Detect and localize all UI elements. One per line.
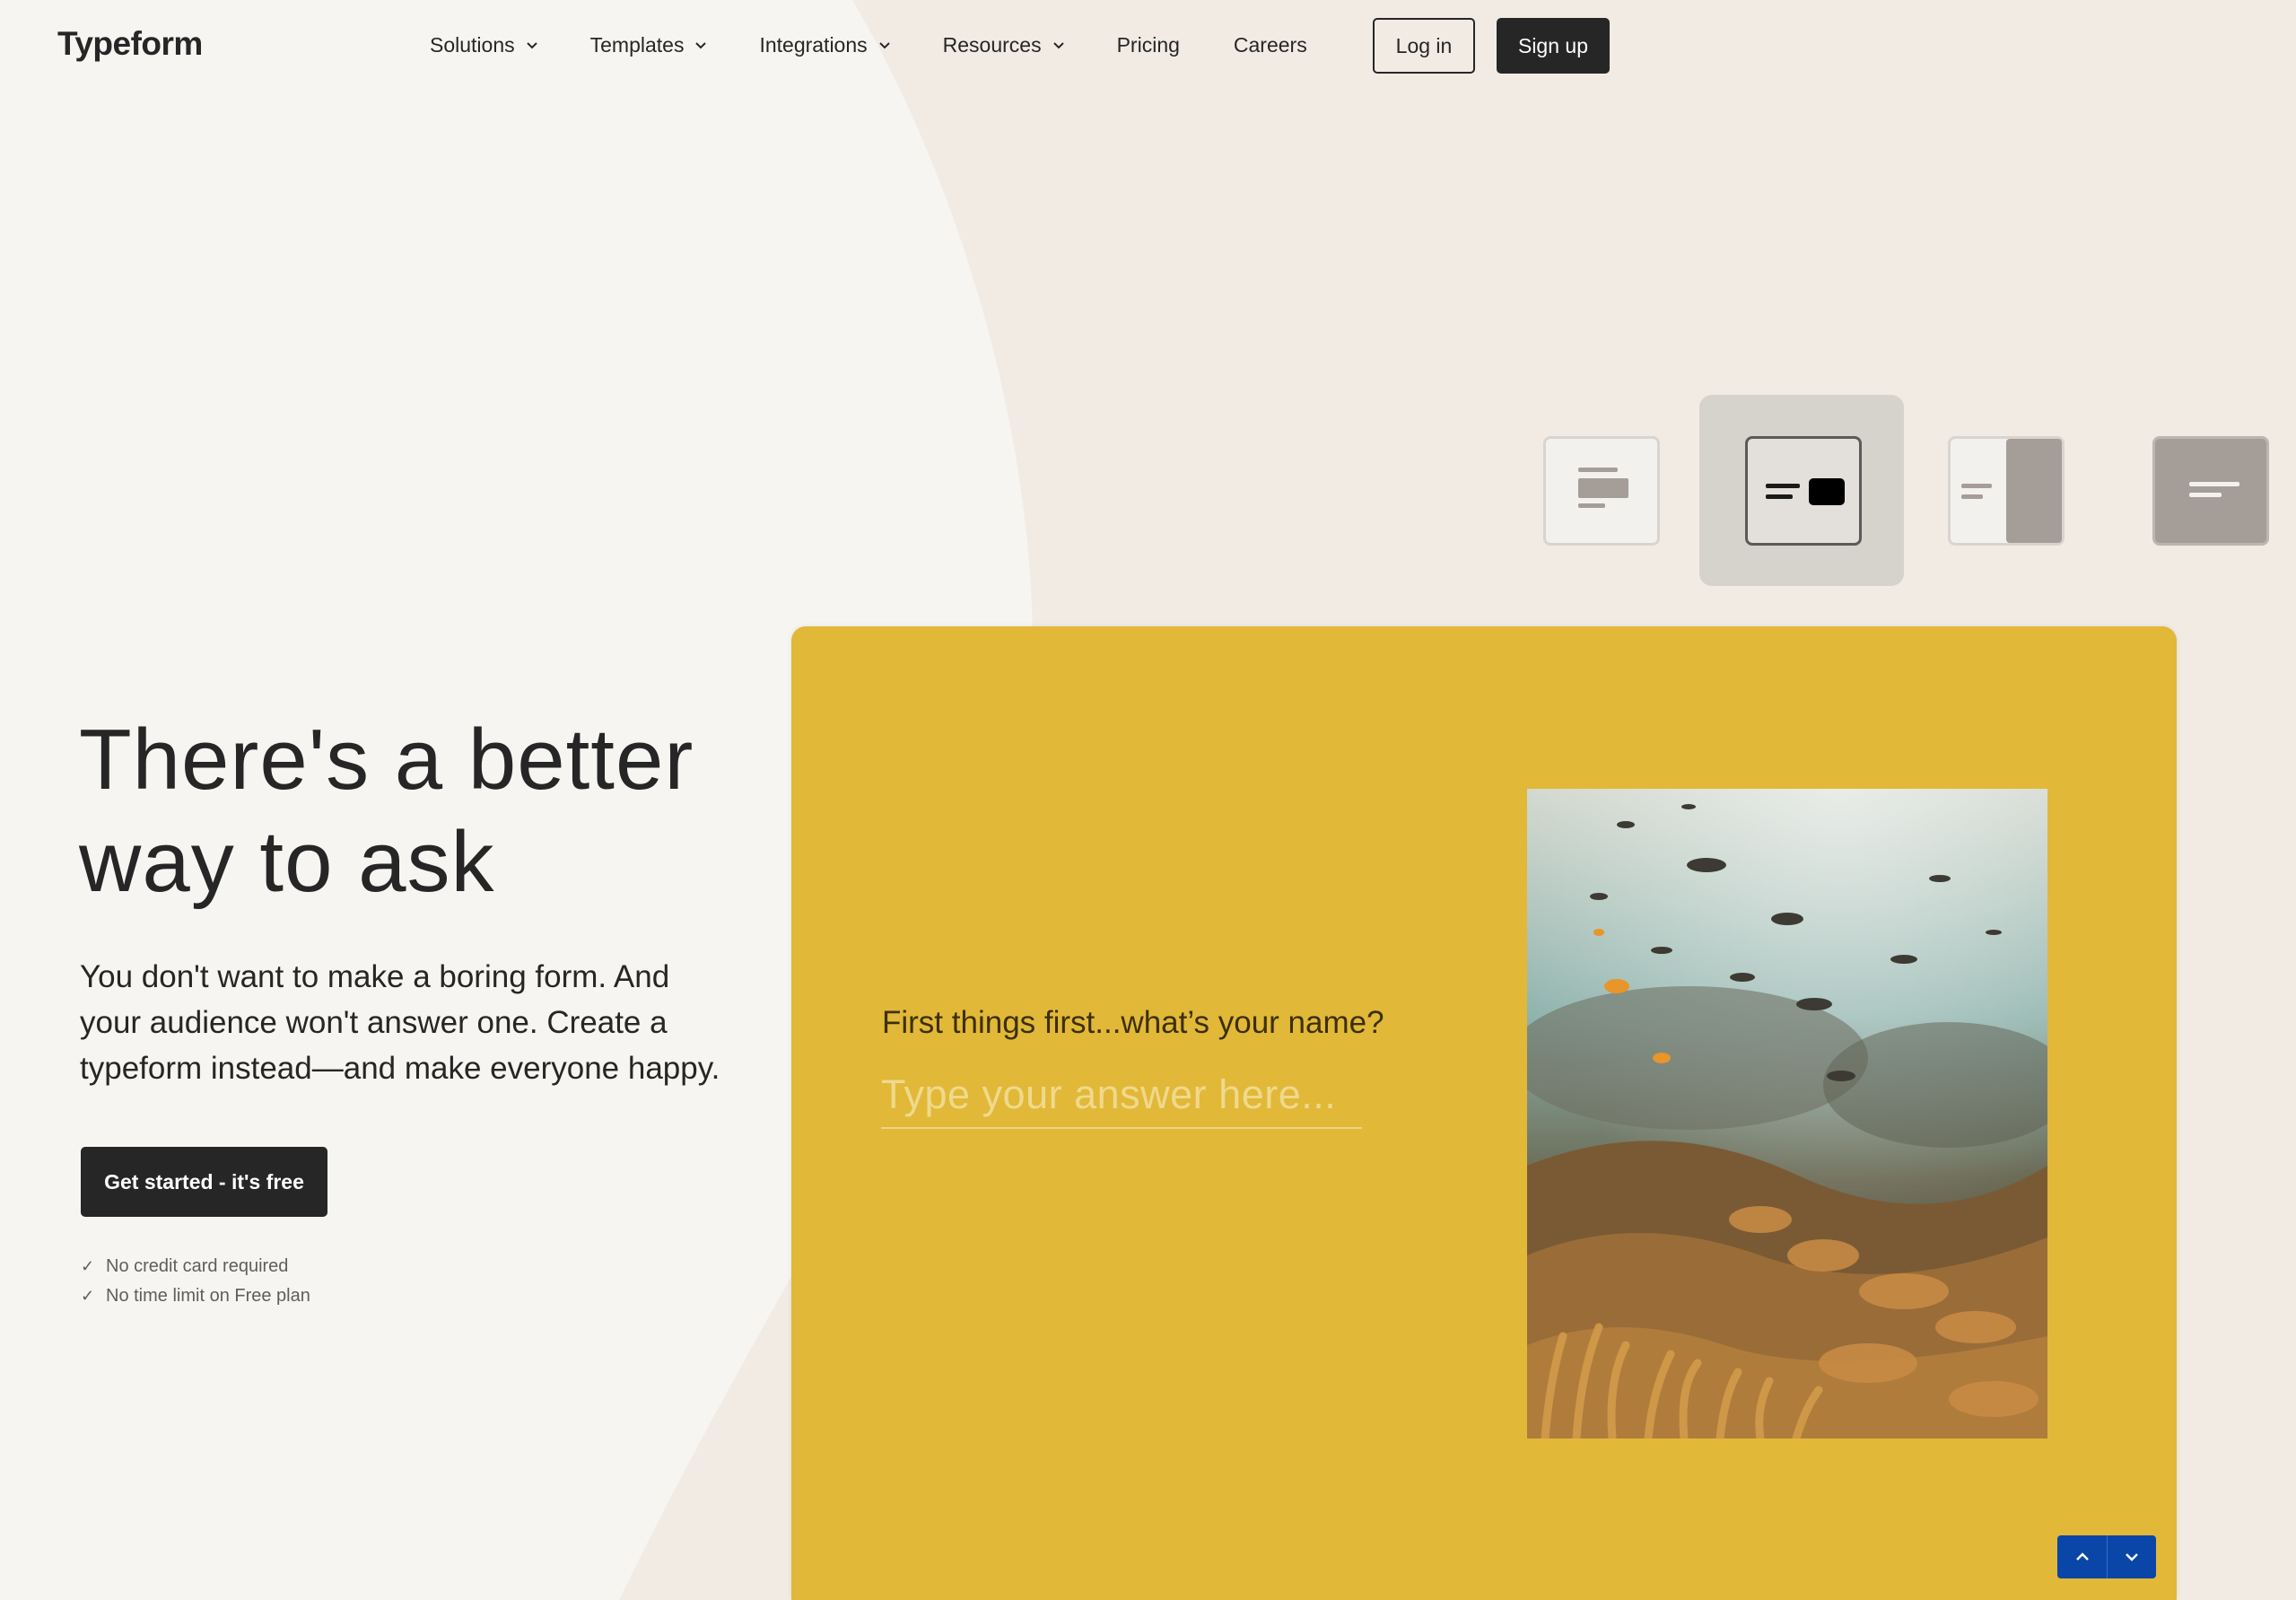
chevron-down-icon [2126,1553,2138,1561]
coral-reef-image [1527,789,2047,1438]
layout-split-icon[interactable] [1745,436,1862,546]
nav-pricing-label: Pricing [1116,32,1180,57]
benefit-text: No time limit on Free plan [106,1286,310,1306]
nav-careers-label: Careers [1233,32,1307,57]
benefit-item: ✓ No time limit on Free plan [81,1281,310,1311]
previous-question-button[interactable] [2057,1535,2107,1578]
nav-resources-label: Resources [942,32,1042,57]
chevron-up-icon [2075,1552,2089,1561]
form-preview: First things first...what’s your name? T… [791,626,2177,1600]
nav-integrations[interactable]: Integrations [759,33,890,57]
hero-subtitle: You don't want to make a boring form. An… [80,954,744,1091]
nav-careers[interactable]: Careers [1234,33,1307,57]
nav-integrations-label: Integrations [759,32,868,57]
form-question: First things first...what’s your name? [882,1005,1384,1040]
hero-title: There's a better way to ask [79,709,779,914]
nav-solutions[interactable]: Solutions [430,33,538,57]
answer-placeholder: Type your answer here... [881,1071,1337,1117]
login-button[interactable]: Log in [1373,18,1475,74]
checkmark-icon: ✓ [81,1257,95,1275]
get-started-button[interactable]: Get started - it's free [81,1147,327,1217]
hero-subtitle-line1: You don't want to make a boring form. An… [80,959,670,994]
checkmark-icon: ✓ [81,1287,95,1305]
signup-button[interactable]: Sign up [1497,18,1610,74]
benefit-item: ✓ No credit card required [81,1252,310,1281]
question-nav [2057,1535,2156,1578]
benefit-text: No credit card required [106,1256,289,1276]
layout-stack-icon[interactable] [1543,436,1660,546]
hero-title-line2: way to ask [79,814,495,910]
nav-resources[interactable]: Resources [943,33,1065,57]
chevron-down-icon [526,41,537,48]
nav-solutions-label: Solutions [430,32,515,57]
layout-full-image-icon[interactable] [2152,436,2269,546]
hero-title-line1: There's a better [79,712,694,808]
chevron-down-icon [878,41,890,48]
nav-templates[interactable]: Templates [590,33,708,57]
main-nav: Solutions Templates Integrations Resourc… [430,25,1361,65]
answer-input[interactable]: Type your answer here... [881,1071,1362,1129]
hero-subtitle-line3: typeform instead—and make everyone happy… [80,1051,720,1086]
benefit-list: ✓ No credit card required ✓ No time limi… [81,1252,310,1311]
hero-subtitle-line2: your audience won't answer one. Create a [80,1005,668,1040]
nav-templates-label: Templates [589,32,685,57]
nav-pricing[interactable]: Pricing [1117,33,1180,57]
layout-right-image-icon[interactable] [1948,436,2065,546]
chevron-down-icon [1052,41,1064,48]
next-question-button[interactable] [2107,1535,2156,1578]
typeform-logo[interactable]: Typeform [57,25,203,63]
chevron-down-icon [695,41,707,48]
